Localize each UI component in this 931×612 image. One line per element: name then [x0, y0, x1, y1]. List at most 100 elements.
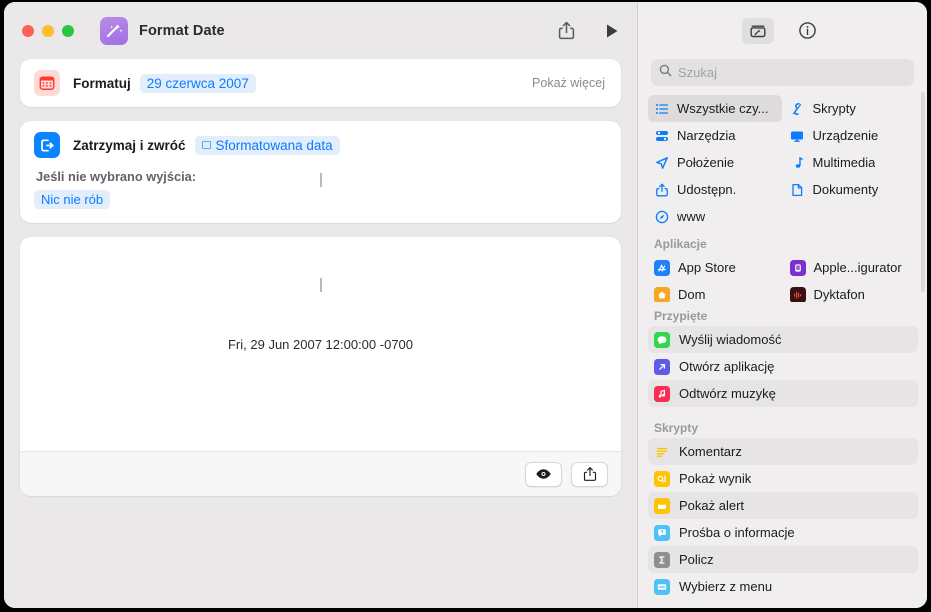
- category-device[interactable]: Urządzenie: [784, 122, 918, 149]
- list-item-choose-from-menu[interactable]: Wybierz z menu: [648, 573, 918, 600]
- action-card-format-date[interactable]: Formatuj 29 czerwca 2007 Pokaż więcej: [20, 59, 621, 107]
- ask-for-input-icon: [654, 524, 670, 541]
- shortcut-editor-pane: Format Date Formatuj 29 czerwca 2007 Pok…: [4, 2, 637, 608]
- list-bullet-icon: [654, 101, 669, 116]
- list-item-label: Prośba o informacje: [679, 525, 795, 540]
- comment-icon: [654, 444, 670, 460]
- choose-from-menu-icon: [654, 578, 670, 595]
- actions-canvas: Formatuj 29 czerwca 2007 Pokaż więcej Za…: [4, 59, 637, 496]
- window-titlebar: Format Date: [4, 2, 637, 59]
- action-header: Formatuj 29 czerwca 2007 Pokaż więcej: [20, 59, 621, 107]
- action-connector: [320, 173, 322, 187]
- list-item-label: Odtwórz muzykę: [679, 386, 776, 401]
- titlebar-actions: [555, 2, 623, 59]
- apps-section-title: Aplikacje: [654, 237, 707, 251]
- pinned-section-title: Przypięte: [654, 309, 708, 323]
- list-item-label: Policz: [679, 552, 714, 567]
- count-sigma-icon: [654, 551, 670, 568]
- info-circle-icon[interactable]: [792, 18, 824, 44]
- library-toolbar: [638, 2, 927, 59]
- app-label: App Store: [678, 260, 736, 275]
- safari-compass-icon: [654, 209, 669, 224]
- minimize-button[interactable]: [42, 24, 54, 37]
- scripting-icon: [790, 101, 805, 116]
- result-preview-card: Fri, 29 Jun 2007 12:00:00 -0700: [20, 237, 621, 496]
- display-icon: [790, 128, 805, 143]
- library-scrollbar[interactable]: [921, 92, 925, 292]
- list-item-ask-for-input[interactable]: Prośba o informacje: [648, 519, 918, 546]
- category-media[interactable]: Multimedia: [784, 149, 918, 176]
- category-label: Wszystkie czy...: [677, 101, 769, 116]
- category-label: Urządzenie: [812, 128, 879, 143]
- share-icon[interactable]: [555, 20, 577, 42]
- result-body: Fri, 29 Jun 2007 12:00:00 -0700: [20, 237, 621, 451]
- list-item-comment[interactable]: Komentarz: [648, 438, 918, 465]
- show-alert-icon: [654, 497, 670, 514]
- play-icon[interactable]: [601, 20, 623, 42]
- app-item-app-store[interactable]: App Store: [648, 254, 782, 281]
- music-icon: [654, 385, 670, 402]
- category-scripting[interactable]: Skrypty: [784, 95, 918, 122]
- category-sharing[interactable]: Udostępn.: [648, 176, 782, 203]
- zoom-button[interactable]: [62, 24, 74, 37]
- calendar-icon: [34, 70, 60, 96]
- list-item-send-message[interactable]: Wyślij wiadomość: [648, 326, 918, 353]
- page-title: Format Date: [139, 22, 225, 39]
- list-item-label: Wybierz z menu: [679, 579, 773, 594]
- category-location[interactable]: Położenie: [648, 149, 782, 176]
- category-label: Skrypty: [812, 101, 856, 116]
- stop-and-output-icon: [34, 132, 60, 158]
- action-card-stop-and-output[interactable]: Zatrzymaj i zwróć Sformatowana data Jeśl…: [20, 121, 621, 223]
- list-item-show-alert[interactable]: Pokaż alert: [648, 492, 918, 519]
- action-title: Formatuj: [73, 75, 131, 91]
- list-item-open-app[interactable]: Otwórz aplikację: [648, 353, 918, 380]
- list-item-label: Pokaż alert: [679, 498, 745, 513]
- app-item-apple-configurator[interactable]: Apple...igurator: [784, 254, 918, 281]
- close-button[interactable]: [22, 24, 34, 37]
- search-input[interactable]: Szukaj: [651, 59, 914, 86]
- tools-icon: [654, 128, 669, 143]
- app-store-icon: [654, 259, 670, 276]
- category-label: Multimedia: [812, 155, 876, 170]
- search-icon: [659, 64, 672, 82]
- home-icon: [654, 286, 670, 303]
- result-text: Fri, 29 Jun 2007 12:00:00 -0700: [227, 336, 414, 352]
- search-placeholder: Szukaj: [678, 65, 718, 80]
- apple-configurator-icon: [789, 259, 806, 276]
- action-title: Zatrzymaj i zwróć: [73, 137, 186, 153]
- list-item-count[interactable]: Policz: [648, 546, 918, 573]
- document-icon: [790, 182, 805, 197]
- category-web[interactable]: www: [648, 203, 782, 230]
- action-library-icon[interactable]: [741, 17, 774, 44]
- result-footer: [20, 451, 621, 496]
- show-more-button[interactable]: Pokaż więcej: [532, 76, 605, 90]
- share-icon[interactable]: [571, 461, 608, 487]
- no-output-value[interactable]: Nic nie rób: [34, 190, 111, 209]
- category-documents[interactable]: Dokumenty: [784, 176, 918, 203]
- category-label: Narzędzia: [677, 128, 736, 143]
- voice-memos-icon: [789, 286, 806, 303]
- music-note-icon: [790, 155, 805, 170]
- variable-glyph-icon: [201, 141, 211, 149]
- action-connector: [320, 278, 322, 292]
- app-label: Dyktafon: [813, 287, 865, 302]
- list-item-show-result[interactable]: Pokaż wynik: [648, 465, 918, 492]
- messages-icon: [654, 331, 670, 348]
- date-token[interactable]: 29 czerwca 2007: [139, 73, 256, 93]
- list-item-label: Pokaż wynik: [679, 471, 752, 486]
- output-variable-token[interactable]: Sformatowana data: [194, 135, 340, 155]
- location-arrow-icon: [654, 155, 669, 170]
- action-header: Zatrzymaj i zwróć Sformatowana data: [20, 121, 621, 169]
- list-item-play-music[interactable]: Odtwórz muzykę: [648, 380, 918, 407]
- library-lists: Przypięte Wyślij wiadomość Otwórz aplika…: [638, 302, 927, 600]
- shortcuts-wand-icon: [100, 16, 128, 45]
- share-icon: [654, 182, 669, 197]
- open-app-icon: [654, 358, 670, 375]
- list-item-label: Otwórz aplikację: [679, 359, 775, 374]
- eye-icon[interactable]: [525, 461, 562, 487]
- category-tools[interactable]: Narzędzia: [648, 122, 782, 149]
- action-library-sidebar: Szukaj Wszystkie czy... Skrypty Narzędzi…: [637, 2, 927, 608]
- app-label: Apple...igurator: [813, 260, 902, 275]
- category-all-actions[interactable]: Wszystkie czy...: [648, 95, 782, 122]
- show-result-icon: [654, 470, 670, 487]
